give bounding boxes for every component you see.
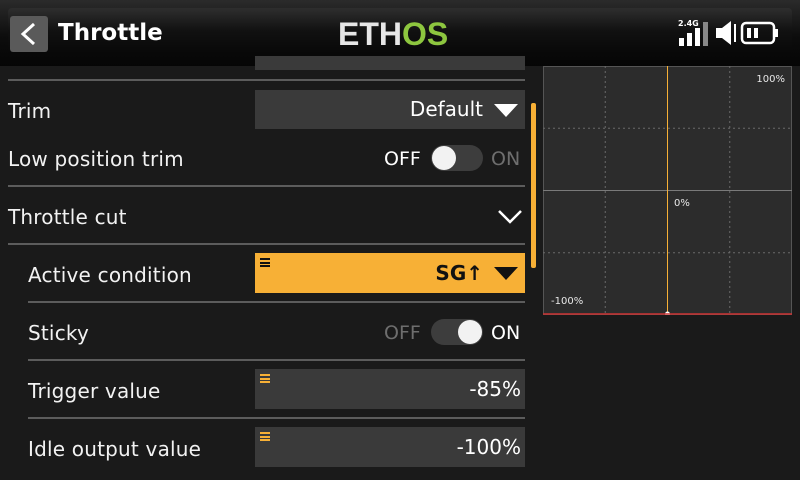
dropdown-arrow-icon	[494, 267, 518, 280]
throttle-cut-label: Throttle cut	[8, 205, 127, 229]
chevron-down-icon[interactable]	[497, 209, 523, 225]
back-button[interactable]	[10, 16, 48, 52]
dropdown-arrow-icon	[494, 104, 518, 117]
throttle-curve-chart: 100% 0% -100%	[543, 66, 792, 317]
battery-icon	[740, 21, 778, 45]
active-condition-value: SG↑	[435, 261, 483, 285]
idle-output-value-field[interactable]: -100%	[255, 427, 525, 467]
chart-label-top: 100%	[756, 74, 785, 85]
sticky-off-label: OFF	[384, 322, 421, 344]
chevron-left-icon	[20, 23, 36, 45]
divider	[8, 79, 525, 81]
page-title: Throttle	[58, 20, 163, 46]
menu-lines-icon	[260, 432, 270, 441]
low-position-trim-toggle[interactable]	[431, 145, 483, 171]
divider	[8, 185, 525, 187]
divider	[8, 243, 525, 245]
trigger-value-value: -85%	[469, 377, 521, 401]
sticky-on-label: ON	[491, 322, 521, 344]
trigger-value-label: Trigger value	[28, 379, 161, 403]
chart-label-mid: 0%	[674, 198, 690, 209]
scrollbar[interactable]	[531, 103, 536, 268]
rf-band-label: 2.4G	[678, 19, 699, 28]
status-area: 2.4G	[676, 18, 791, 48]
idle-output-value-label: Idle output value	[28, 437, 202, 461]
divider	[28, 359, 525, 361]
sticky-toggle[interactable]	[431, 319, 483, 345]
chart-svg: 100% 0% -100%	[543, 66, 792, 317]
trim-value: Default	[409, 97, 483, 121]
divider	[28, 301, 525, 303]
sticky-label: Sticky	[28, 321, 89, 345]
toggle-knob	[432, 146, 456, 170]
menu-lines-icon	[260, 374, 270, 383]
settings-list[interactable]: Trim Default Low position trim OFF ON Th…	[0, 56, 530, 480]
volume-icon	[716, 21, 736, 45]
menu-lines-icon	[260, 258, 270, 267]
ethos-logo: ETHOS	[338, 16, 449, 52]
chart-label-bottom: -100%	[551, 296, 583, 307]
low-position-trim-on-label: ON	[491, 148, 521, 170]
trigger-value-field[interactable]: -85%	[255, 369, 525, 409]
previous-field[interactable]	[255, 56, 525, 70]
toggle-knob	[458, 320, 482, 344]
divider	[28, 417, 525, 419]
signal-strength-icon: 2.4G	[678, 19, 708, 46]
idle-output-value-value: -100%	[456, 435, 521, 459]
trim-label: Trim	[8, 99, 52, 123]
active-condition-label: Active condition	[28, 263, 192, 287]
low-position-trim-off-label: OFF	[384, 148, 421, 170]
low-position-trim-label: Low position trim	[8, 147, 184, 171]
trim-dropdown[interactable]: Default	[255, 90, 525, 129]
active-condition-dropdown[interactable]: SG↑	[255, 253, 525, 293]
